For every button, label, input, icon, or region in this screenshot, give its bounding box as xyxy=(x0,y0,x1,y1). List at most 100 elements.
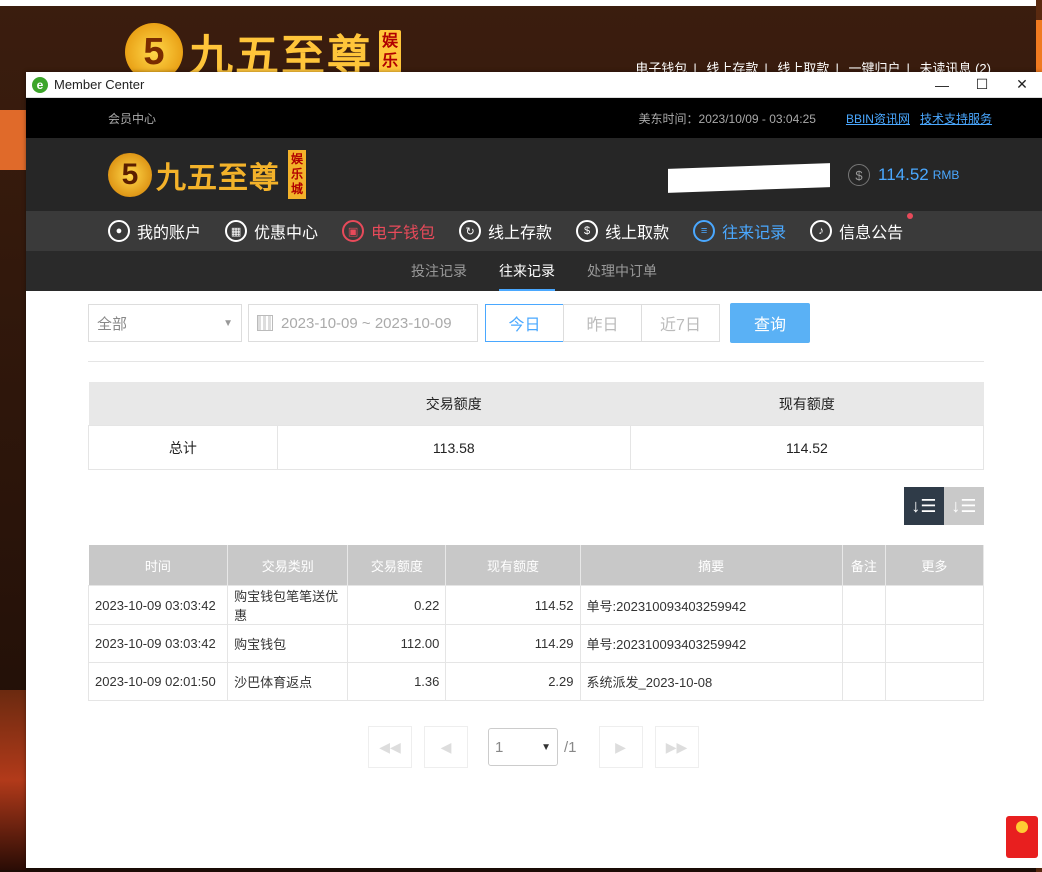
first-page-button[interactable]: ◀◀ xyxy=(368,726,412,768)
cell-type: 沙巴体育返点 xyxy=(227,662,349,701)
query-button[interactable]: 查询 xyxy=(730,303,810,343)
col-header-summary[interactable]: 摘要 xyxy=(580,545,843,586)
gift-icon: ▦ xyxy=(225,220,248,242)
background-topbar xyxy=(0,0,1042,6)
window-titlebar: e Member Center — ☐ ✕ xyxy=(26,72,1042,98)
cell-more[interactable] xyxy=(884,624,985,663)
date-range-input[interactable]: 2023-10-09 ~ 2023-10-09 xyxy=(248,304,478,342)
member-center-window: e Member Center — ☐ ✕ 会员中心 美东时间：2023/10/… xyxy=(26,72,1042,868)
cell-more[interactable] xyxy=(884,662,985,701)
divider xyxy=(88,361,984,362)
background-left-decoration xyxy=(0,690,26,870)
background-left-strip xyxy=(0,110,26,170)
col-header-type[interactable]: 交易类别 xyxy=(227,545,349,586)
cell-remark xyxy=(841,585,886,625)
next-page-button[interactable]: ▶ xyxy=(598,726,643,768)
cell-current: 114.29 xyxy=(445,624,581,663)
cell-remark xyxy=(841,624,886,663)
coin-icon xyxy=(1016,821,1028,833)
background-right-accent xyxy=(1036,20,1042,80)
red-envelope-icon[interactable] xyxy=(1006,816,1038,858)
summary-header-empty xyxy=(88,382,278,426)
tab-transaction-records[interactable]: 往来记录 xyxy=(499,251,555,291)
last-7-days-button[interactable]: 近7日 xyxy=(641,304,720,342)
cell-summary: 单号:202310093403259942 xyxy=(579,624,843,663)
bell-icon: ♪ xyxy=(810,220,833,242)
yesterday-button[interactable]: 昨日 xyxy=(563,304,642,342)
browser-icon: e xyxy=(32,76,48,93)
nav-announcements[interactable]: ♪ 信息公告 xyxy=(810,213,914,243)
summary-total-label: 总计 xyxy=(88,425,278,470)
cell-summary: 单号:202310093403259942 xyxy=(579,585,843,625)
nav-promotions[interactable]: ▦ 优惠中心 xyxy=(225,219,318,243)
records-icon: ≡ xyxy=(693,220,716,242)
nav-online-deposit[interactable]: ↻ 线上存款 xyxy=(459,219,552,243)
cell-trade: 0.22 xyxy=(347,585,447,625)
col-header-trade[interactable]: 交易额度 xyxy=(347,545,447,586)
sort-asc-icon[interactable]: ↓☰ xyxy=(944,487,984,525)
balance-unit: RMB xyxy=(932,168,960,182)
cell-summary: 系统派发_2023-10-08 xyxy=(579,662,843,701)
cell-remark xyxy=(841,662,886,701)
page-select-value: 1 xyxy=(495,738,504,756)
summary-table: 交易额度 现有额度 总计 113.58 114.52 xyxy=(88,382,985,470)
page-select[interactable]: 1 ▼ xyxy=(488,728,558,766)
chevron-down-icon: ▼ xyxy=(541,741,551,753)
nav-label: 线上取款 xyxy=(605,225,670,242)
username-redacted xyxy=(668,163,830,193)
prev-page-button[interactable]: ◀ xyxy=(424,726,468,768)
minimize-button[interactable]: — xyxy=(922,72,962,97)
bbin-info-link[interactable]: BBIN资讯网 xyxy=(846,110,910,127)
last-page-button[interactable]: ▶▶ xyxy=(654,726,699,768)
col-header-time[interactable]: 时间 xyxy=(88,545,229,586)
tech-support-link[interactable]: 技术支持服务 xyxy=(920,110,992,127)
nav-online-withdraw[interactable]: $ 线上取款 xyxy=(576,219,669,243)
eastern-time: 美东时间：2023/10/09 - 03:04:25 xyxy=(638,111,816,126)
page-total: /1 xyxy=(564,738,577,756)
user-icon: ● xyxy=(108,220,130,242)
col-header-remark[interactable]: 备注 xyxy=(842,545,886,586)
cell-more[interactable] xyxy=(884,585,985,625)
tab-pending-orders[interactable]: 处理中订单 xyxy=(587,251,657,291)
site-logo: 5 九五至尊 娱乐城 xyxy=(108,150,306,199)
dollar-icon: $ xyxy=(848,164,870,186)
summary-header-current: 现有额度 xyxy=(630,382,984,426)
date-range-value: 2023-10-09 ~ 2023-10-09 xyxy=(281,314,452,332)
filter-bar: 全部 ▼ 2023-10-09 ~ 2023-10-09 今日 昨日 近7日 查… xyxy=(88,303,984,343)
cell-time: 2023-10-09 02:01:50 xyxy=(87,662,229,701)
logo-text: 九五至尊 xyxy=(156,160,280,196)
summary-header-trade: 交易额度 xyxy=(277,382,631,426)
logo-badge: 娱乐城 xyxy=(288,150,306,199)
tab-bet-records[interactable]: 投注记录 xyxy=(411,251,467,291)
top-info-bar: 会员中心 美东时间：2023/10/09 - 03:04:25 BBIN资讯网 … xyxy=(26,98,1042,138)
col-header-more[interactable]: 更多 xyxy=(885,545,985,586)
sub-nav: 投注记录 往来记录 处理中订单 xyxy=(26,251,1042,291)
window-title: Member Center xyxy=(54,77,145,92)
cell-current: 114.52 xyxy=(445,585,581,625)
balance-amount: 114.52 xyxy=(878,165,929,184)
nav-label: 电子钱包 xyxy=(371,225,436,242)
nav-e-wallet[interactable]: ▣ 电子钱包 xyxy=(342,219,435,243)
today-button[interactable]: 今日 xyxy=(485,304,564,342)
notification-dot xyxy=(907,213,914,219)
main-content: 全部 ▼ 2023-10-09 ~ 2023-10-09 今日 昨日 近7日 查… xyxy=(26,291,1042,768)
records-table: 时间 交易类别 交易额度 现有额度 摘要 备注 更多 2023-10-09 03… xyxy=(87,545,985,701)
nav-records[interactable]: ≡ 往来记录 xyxy=(693,219,786,243)
background-logo-badge: 娱乐 xyxy=(379,30,401,74)
member-center-label: 会员中心 xyxy=(108,111,157,126)
cell-trade: 112.00 xyxy=(347,624,447,663)
table-row: 2023-10-09 03:03:42 购宝钱包笔笔送优惠 0.22 114.5… xyxy=(87,585,985,625)
nav-my-account[interactable]: ● 我的账户 xyxy=(108,219,201,243)
logo-emblem: 5 xyxy=(108,152,152,197)
cell-current: 2.29 xyxy=(445,662,581,701)
cell-time: 2023-10-09 03:03:42 xyxy=(87,585,229,625)
balance-display: $ 114.52 RMB xyxy=(848,164,959,186)
table-row: 2023-10-09 02:01:50 沙巴体育返点 1.36 2.29 系统派… xyxy=(87,662,985,701)
col-header-current[interactable]: 现有额度 xyxy=(445,545,581,586)
sort-desc-icon[interactable]: ↓☰ xyxy=(904,487,944,525)
summary-header-row: 交易额度 现有额度 xyxy=(88,382,984,426)
close-button[interactable]: ✕ xyxy=(1002,72,1042,97)
maximize-button[interactable]: ☐ xyxy=(962,72,1002,97)
type-select[interactable]: 全部 ▼ xyxy=(88,304,242,342)
cell-time: 2023-10-09 03:03:42 xyxy=(87,624,229,663)
